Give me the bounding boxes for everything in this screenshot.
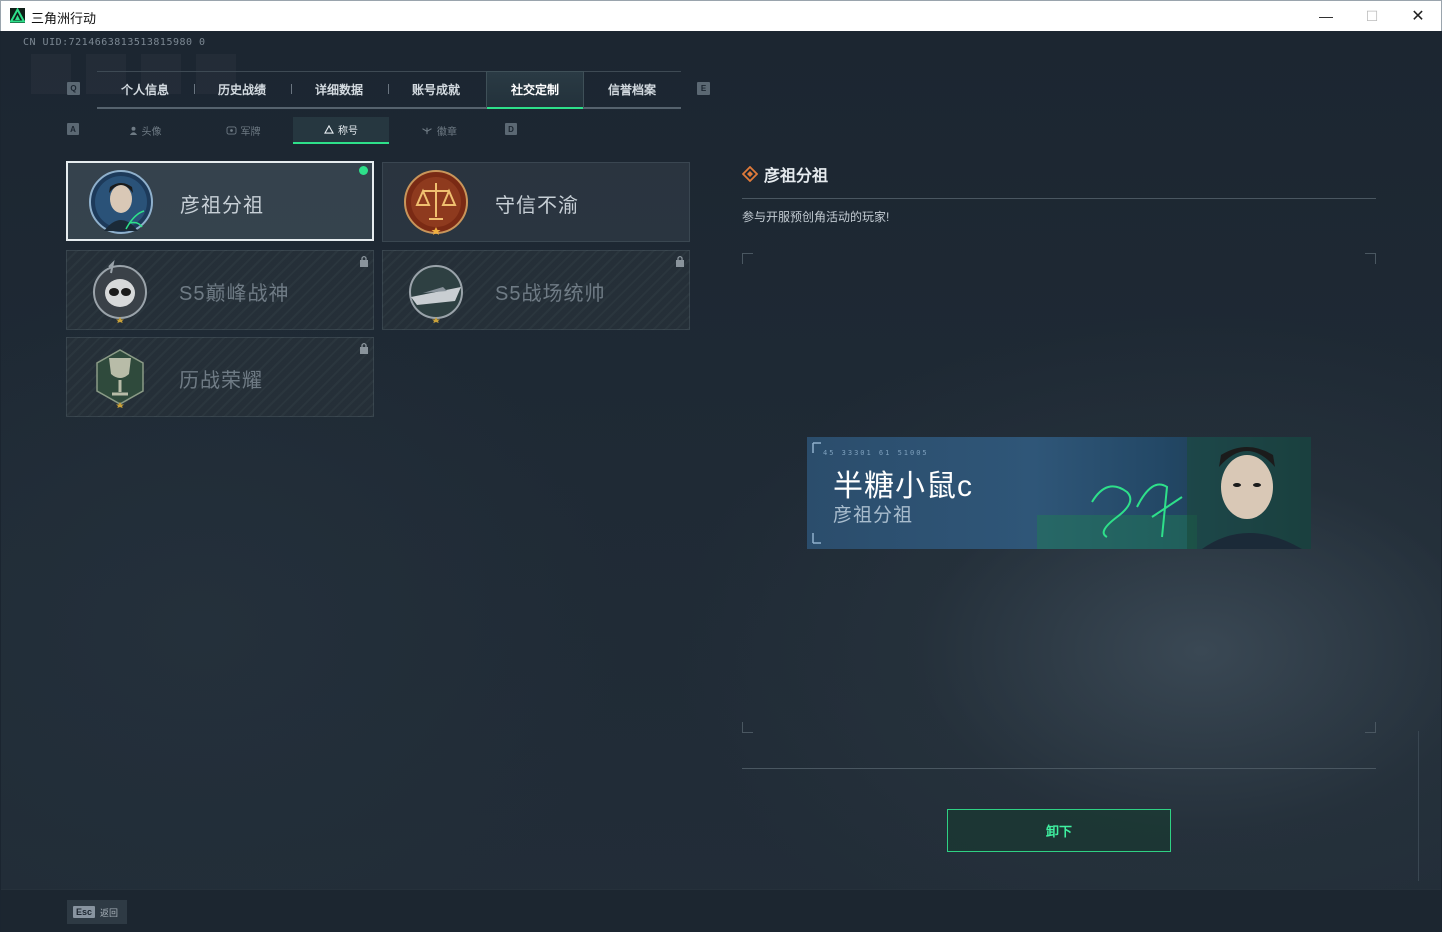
lock-icon	[360, 342, 368, 354]
dogtag-icon	[226, 125, 236, 135]
app-logo-icon	[10, 8, 25, 23]
wings-icon	[422, 127, 432, 134]
trophy-badge-icon	[87, 344, 153, 410]
tab-label: 信誉档案	[607, 83, 656, 97]
subtab-label: 头像	[141, 126, 162, 138]
sub-tabs: 头像 军牌 称号 徽章	[97, 117, 487, 144]
tab-label: 历史战绩	[217, 83, 266, 97]
back-label: 返回	[100, 907, 119, 918]
frame-corner	[1365, 253, 1376, 264]
tab-social-custom[interactable]: 社交定制	[486, 71, 584, 109]
person-icon	[129, 126, 137, 135]
game-view: CN UID:7214663813513815980 0 Q 个人信息 历史战绩…	[1, 31, 1441, 931]
tab-label: 详细数据	[314, 83, 363, 97]
banner-code: 45 33301 61 51005	[823, 449, 929, 457]
subtab-label: 徽章	[437, 126, 457, 138]
minimize-button[interactable]: —	[1303, 1, 1349, 31]
boat-badge-icon	[403, 257, 469, 323]
banner-player-name: 半糖小鼠c	[833, 470, 973, 503]
tab-label: 社交定制	[510, 83, 559, 97]
window-title: 三角洲行动	[31, 11, 97, 26]
frame-corner	[1365, 722, 1376, 733]
frame-corner	[742, 253, 753, 264]
tab-next-key[interactable]: E	[697, 82, 710, 95]
title-card-s5-war-god[interactable]: S5巅峰战神	[66, 250, 374, 330]
title-name: S5战场统帅	[495, 283, 606, 305]
subtab-label: 军牌	[240, 126, 261, 138]
tab-achievements[interactable]: 账号成就	[388, 72, 484, 107]
tab-label: 账号成就	[411, 83, 460, 97]
lock-icon	[676, 255, 684, 267]
title-card-s5-commander[interactable]: S5战场统帅	[382, 250, 690, 330]
detail-title: 彦祖分祖	[742, 162, 828, 186]
divider	[742, 198, 1376, 199]
title-card-yanzu[interactable]: 彦祖分祖	[66, 161, 374, 241]
subtab-next-key[interactable]: D	[505, 123, 517, 135]
detail-title-text: 彦祖分祖	[764, 168, 829, 185]
subtab-dogtag[interactable]: 军牌	[195, 117, 291, 143]
lock-icon	[360, 255, 368, 267]
subtab-badge[interactable]: 徽章	[391, 117, 487, 143]
player-uid: CN UID:7214663813513815980 0	[23, 37, 206, 48]
divider	[742, 768, 1376, 769]
tab-credit-file[interactable]: 信誉档案	[584, 72, 680, 107]
skull-badge-icon	[87, 257, 153, 323]
triangle-icon	[324, 125, 334, 134]
tab-history[interactable]: 历史战绩	[194, 72, 290, 107]
tab-personal-info[interactable]: 个人信息	[97, 72, 193, 107]
title-name: 守信不渝	[495, 195, 579, 217]
footer-bar: Esc 返回	[1, 889, 1441, 931]
title-banner-preview: 45 33301 61 51005 半糖小鼠c 彦祖分祖	[807, 437, 1311, 549]
subtab-avatar[interactable]: 头像	[97, 117, 193, 143]
tab-details[interactable]: 详细数据	[291, 72, 387, 107]
subtab-prev-key[interactable]: A	[67, 123, 79, 135]
detail-description: 参与开服预创角活动的玩家!	[742, 210, 890, 224]
back-button[interactable]: Esc 返回	[67, 900, 127, 924]
title-name: 彦祖分祖	[180, 195, 264, 217]
title-card-battle-glory[interactable]: 历战荣耀	[66, 337, 374, 417]
maximize-button[interactable]: ☐	[1349, 1, 1395, 31]
portrait-badge-icon	[88, 169, 154, 235]
esc-key: Esc	[73, 906, 96, 918]
equipped-indicator	[359, 166, 368, 175]
close-button[interactable]: ✕	[1395, 1, 1441, 31]
main-tabs: 个人信息 历史战绩 详细数据 账号成就 社交定制 信誉档案	[97, 71, 681, 109]
banner-title-name: 彦祖分祖	[833, 505, 914, 526]
decorative-line	[1418, 731, 1419, 881]
title-name: 历战荣耀	[179, 370, 263, 392]
tab-prev-key[interactable]: Q	[67, 82, 80, 95]
window-titlebar: 三角洲行动 — ☐ ✕	[0, 0, 1442, 31]
unequip-button[interactable]: 卸下	[947, 809, 1171, 852]
frame-corner	[742, 722, 753, 733]
title-card-trustworthy[interactable]: 守信不渝	[382, 162, 690, 242]
tab-label: 个人信息	[120, 83, 169, 97]
subtab-label: 称号	[338, 126, 358, 137]
diamond-icon	[742, 166, 758, 182]
title-name: S5巅峰战神	[179, 283, 290, 305]
scales-badge-icon	[403, 169, 469, 235]
subtab-title[interactable]: 称号	[293, 117, 389, 144]
